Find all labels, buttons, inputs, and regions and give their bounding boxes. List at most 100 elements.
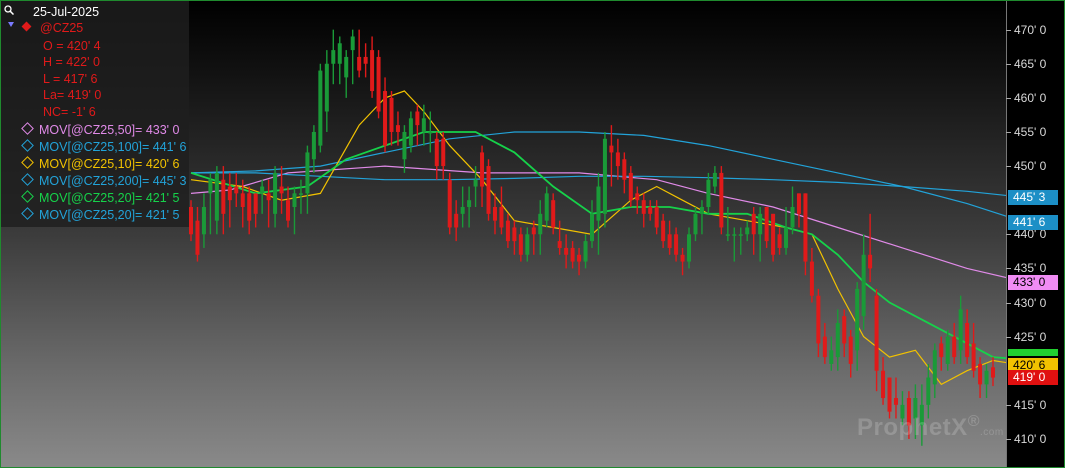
candle[interactable]: [447, 172, 452, 235]
candle[interactable]: [344, 50, 349, 98]
candle[interactable]: [279, 166, 284, 214]
candle[interactable]: [505, 213, 510, 248]
candle[interactable]: [512, 220, 517, 255]
candle[interactable]: [939, 336, 944, 371]
candle[interactable]: [557, 220, 562, 255]
candle[interactable]: [564, 234, 569, 269]
candle[interactable]: [829, 336, 834, 371]
candle[interactable]: [234, 172, 239, 208]
candle[interactable]: [816, 288, 821, 358]
candle[interactable]: [738, 227, 743, 255]
candle[interactable]: [784, 207, 789, 255]
candle[interactable]: [661, 213, 666, 248]
candle[interactable]: [460, 186, 465, 228]
candle[interactable]: [855, 282, 860, 371]
candle[interactable]: [253, 193, 258, 228]
candle[interactable]: [712, 166, 717, 194]
candle[interactable]: [596, 172, 601, 255]
candle[interactable]: [809, 247, 814, 303]
candle[interactable]: [874, 288, 879, 392]
candle[interactable]: [383, 77, 388, 153]
legend-study-ma200[interactable]: MOV[@CZ25,200]= 445' 3: [21, 173, 186, 189]
candle[interactable]: [932, 343, 937, 399]
legend-study-ma20-blue[interactable]: MOV[@CZ25,20]= 421' 5: [21, 207, 180, 223]
candle[interactable]: [965, 309, 970, 364]
candle[interactable]: [589, 200, 595, 248]
candle[interactable]: [771, 213, 776, 262]
candle[interactable]: [945, 329, 950, 371]
candle[interactable]: [777, 227, 782, 255]
candle[interactable]: [260, 179, 265, 214]
triangle-down-icon[interactable]: [8, 22, 14, 27]
candle[interactable]: [971, 322, 976, 378]
candle[interactable]: [480, 145, 485, 208]
candle[interactable]: [751, 207, 756, 255]
candle[interactable]: [363, 43, 368, 78]
candle[interactable]: [641, 193, 646, 228]
candle[interactable]: [952, 322, 957, 364]
candle[interactable]: [745, 220, 750, 242]
candle[interactable]: [926, 363, 931, 419]
candle[interactable]: [499, 186, 504, 235]
candle[interactable]: [764, 207, 769, 248]
candle[interactable]: [376, 50, 381, 119]
candle[interactable]: [667, 220, 672, 255]
candle[interactable]: [531, 220, 536, 255]
candle[interactable]: [602, 131, 607, 228]
candle[interactable]: [441, 131, 446, 180]
candle[interactable]: [331, 29, 336, 85]
candle[interactable]: [195, 207, 200, 262]
candle[interactable]: [796, 193, 801, 228]
candle[interactable]: [214, 166, 219, 235]
magnifier-icon[interactable]: [4, 2, 15, 16]
candle[interactable]: [370, 36, 375, 98]
candle[interactable]: [654, 200, 659, 235]
candle[interactable]: [822, 322, 827, 364]
candle[interactable]: [732, 227, 737, 262]
candle[interactable]: [978, 357, 983, 399]
legend-study-ma50[interactable]: MOV[@CZ25,50]= 433' 0: [21, 122, 180, 138]
candle[interactable]: [518, 227, 523, 262]
candle[interactable]: [273, 166, 278, 228]
candle[interactable]: [492, 193, 497, 235]
candle[interactable]: [544, 186, 549, 228]
candle[interactable]: [415, 104, 420, 146]
candle[interactable]: [648, 200, 653, 221]
candle[interactable]: [201, 193, 206, 248]
candle[interactable]: [318, 63, 323, 153]
candle[interactable]: [350, 29, 355, 85]
legend-study-ma100[interactable]: MOV[@CZ25,100]= 441' 6: [21, 139, 186, 155]
candle[interactable]: [324, 50, 329, 132]
candle[interactable]: [305, 145, 310, 214]
candle[interactable]: [188, 200, 194, 242]
candle[interactable]: [842, 309, 847, 358]
candle[interactable]: [577, 247, 582, 276]
legend-study-ma10[interactable]: MOV[@CZ25,10]= 420' 6: [21, 156, 180, 172]
candle[interactable]: [286, 186, 291, 228]
candle[interactable]: [227, 172, 232, 228]
candle[interactable]: [570, 241, 575, 269]
candle[interactable]: [674, 227, 679, 262]
candle[interactable]: [699, 200, 704, 235]
candle[interactable]: [881, 357, 886, 405]
candle[interactable]: [402, 125, 407, 173]
candle[interactable]: [615, 138, 620, 180]
candle[interactable]: [706, 172, 711, 214]
candle[interactable]: [525, 227, 530, 262]
candle[interactable]: [467, 186, 472, 228]
candle[interactable]: [266, 179, 271, 228]
candle[interactable]: [725, 207, 730, 242]
candle[interactable]: [984, 363, 989, 399]
candle[interactable]: [311, 125, 316, 173]
candle[interactable]: [454, 200, 459, 242]
candle[interactable]: [337, 36, 342, 85]
candle[interactable]: [389, 91, 394, 146]
candle[interactable]: [868, 213, 873, 283]
candle[interactable]: [803, 193, 808, 276]
legend-study-ma20-green[interactable]: MOV[@CZ25,20]= 421' 5: [21, 190, 180, 206]
candle[interactable]: [687, 227, 692, 269]
candle[interactable]: [208, 172, 213, 235]
candle[interactable]: [861, 234, 866, 330]
candle[interactable]: [622, 152, 627, 194]
candle[interactable]: [486, 159, 491, 221]
